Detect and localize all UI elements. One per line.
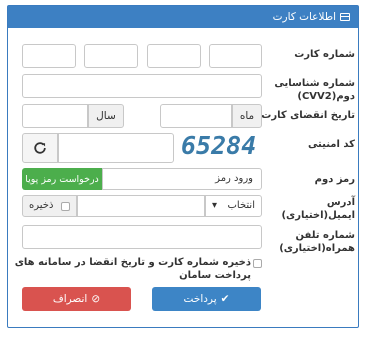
cancel-label: انصراف	[52, 293, 88, 305]
pin2-label: رمز دوم	[314, 174, 355, 185]
email-domain-selected: انتخاب	[227, 200, 256, 211]
email-save-label: ذخیره	[29, 200, 54, 211]
email-input[interactable]	[77, 195, 205, 217]
cancel-button[interactable]: انصراف ⊘	[22, 287, 131, 311]
expiry-year-input[interactable]	[22, 104, 88, 128]
card-number-label: شماره کارت	[294, 49, 355, 60]
save-card-text-line1: ذخیره شماره کارت و تاریخ انقضا در سامانه…	[14, 257, 251, 268]
card-number-part-1[interactable]	[209, 44, 262, 68]
captcha-refresh-button[interactable]	[22, 133, 58, 163]
cvv2-label-line1: شماره شناسایی	[274, 78, 355, 89]
email-domain-select[interactable]: ▾ انتخاب	[205, 195, 262, 217]
email-save-checkbox[interactable]	[61, 202, 70, 211]
save-card-text-line2: پرداخت سامان	[179, 270, 251, 281]
pay-button[interactable]: پرداخت ✔	[152, 287, 261, 311]
email-save-toggle[interactable]: ذخیره	[22, 195, 77, 217]
panel-title: اطلاعات کارت	[272, 11, 336, 23]
cvv2-label-line2: دوم(CVV2)	[297, 91, 355, 102]
captcha-image: 65284	[181, 131, 257, 160]
ban-icon: ⊘	[91, 293, 101, 305]
email-label-line2: ایمیل(اختیاری)	[281, 210, 355, 221]
save-card-checkbox[interactable]	[253, 259, 262, 268]
refresh-icon	[34, 142, 46, 154]
captcha-input[interactable]	[58, 133, 174, 163]
card-number-part-4[interactable]	[22, 44, 76, 68]
card-number-part-2[interactable]	[147, 44, 201, 68]
captcha-label: کد امنیتی	[307, 139, 355, 150]
panel-header: اطلاعات کارت	[8, 6, 358, 28]
expiry-label: تاریخ انقضای کارت	[261, 110, 355, 121]
mobile-label-line2: همراه(اختیاری)	[279, 243, 355, 254]
email-label-line1: آدرس	[326, 197, 355, 208]
cvv2-input[interactable]	[22, 74, 262, 98]
pin2-placeholder: ورود رمز	[215, 173, 253, 184]
mobile-label-line1: شماره تلفن	[295, 230, 355, 241]
expiry-year-addon: سال	[88, 104, 124, 128]
expiry-month-input[interactable]	[160, 104, 232, 128]
check-icon: ✔	[220, 293, 230, 305]
pay-label: پرداخت	[183, 293, 217, 305]
request-dynamic-pin-button[interactable]: درخواست رمز پویا	[22, 168, 102, 190]
expiry-month-addon: ماه	[232, 104, 262, 128]
chevron-down-icon: ▾	[212, 200, 218, 211]
credit-card-icon	[340, 13, 350, 21]
mobile-input[interactable]	[22, 225, 262, 249]
pin2-input[interactable]: ورود رمز	[102, 168, 262, 190]
card-number-part-3[interactable]	[84, 44, 138, 68]
